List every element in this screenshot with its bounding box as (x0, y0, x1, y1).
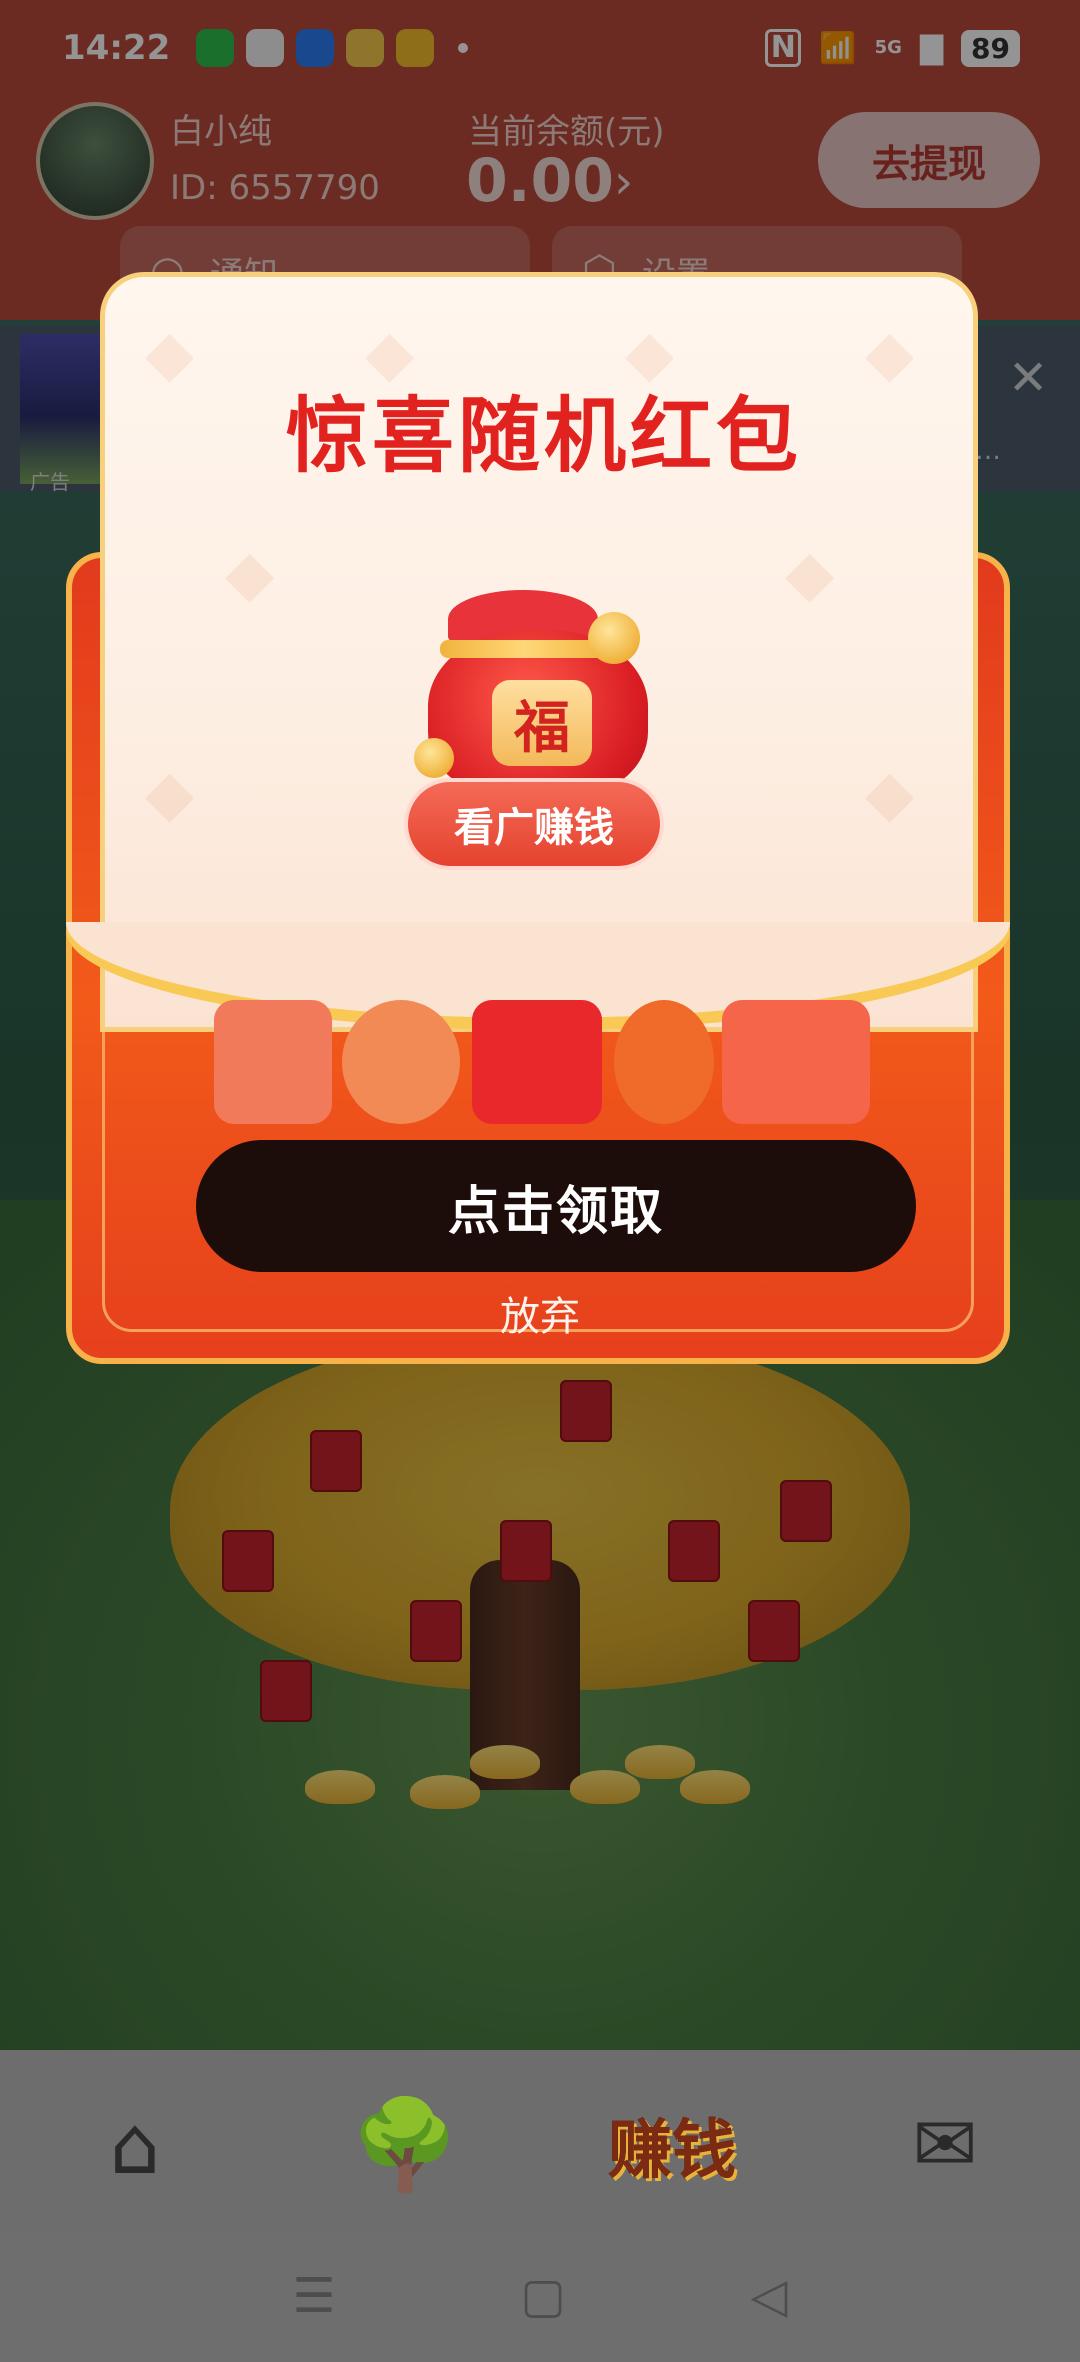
fu-badge: 福 (492, 680, 592, 766)
pattern-mark: ◆ (145, 757, 195, 831)
nav-earn[interactable]: 赚钱 (572, 2090, 772, 2200)
menu-icon[interactable]: ☰ (292, 2268, 335, 2324)
lucky-bag-tie (440, 640, 610, 658)
modal-title: 惊喜随机红包 (285, 389, 802, 484)
pattern-mark: ◆ (865, 757, 915, 831)
back-icon[interactable]: ◁ (751, 2268, 788, 2324)
bottom-nav: ⌂ 🌳 赚钱 ✉ (0, 2050, 1080, 2230)
tree-icon[interactable]: 🌳 (350, 2090, 460, 2200)
copper-coin-icon (614, 1000, 714, 1124)
coin-icon (588, 612, 640, 664)
system-navigation-bar: ☰ ▢ ◁ (0, 2230, 1080, 2362)
home-icon[interactable]: ⌂ (90, 2090, 180, 2200)
give-up-link[interactable]: 放弃 (440, 1284, 640, 1342)
watch-ad-badge[interactable]: 看广赚钱 (404, 778, 664, 870)
pattern-mark: ◆ (225, 537, 275, 611)
home-square-icon[interactable]: ▢ (520, 2268, 565, 2324)
claim-button[interactable]: 点击领取 (196, 1140, 916, 1272)
coin-icon (414, 738, 454, 778)
pattern-mark: ◆ (785, 537, 835, 611)
wallet-icon (214, 1000, 332, 1124)
yuan-coin-icon (342, 1000, 460, 1124)
treasure-chest-icon (722, 1000, 870, 1124)
red-envelope-icon (472, 1000, 602, 1124)
mail-heart-icon[interactable]: ✉ (900, 2090, 990, 2200)
